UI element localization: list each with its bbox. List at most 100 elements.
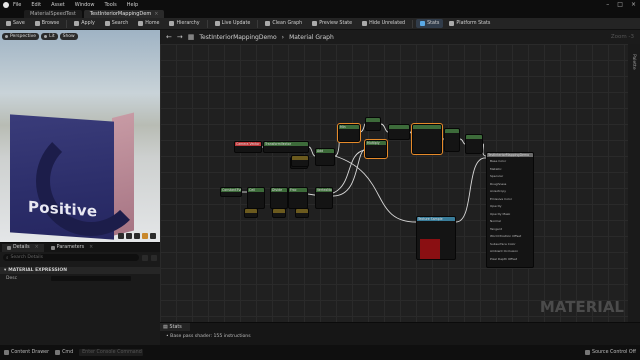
result-pin[interactable]: Normal — [490, 219, 501, 223]
graph-node[interactable] — [272, 208, 286, 218]
toolbar-hide-unrelated-button[interactable]: Hide Unrelated — [358, 19, 409, 28]
console-input[interactable]: Enter Console Command — [79, 349, 144, 356]
node-title: Ceil — [249, 188, 255, 192]
graph-node-min[interactable]: Min — [337, 123, 361, 143]
menu-item-edit[interactable]: Edit — [31, 2, 41, 8]
menu-item-help[interactable]: Help — [127, 2, 138, 8]
forward-arrow-icon[interactable]: → — [177, 33, 183, 41]
result-pin[interactable]: Roughness — [490, 182, 506, 186]
graph-node-divide[interactable]: Divide — [270, 187, 288, 209]
menu-item-tools[interactable]: Tools — [104, 2, 116, 8]
graph-node[interactable] — [444, 128, 460, 152]
toolbar-save-button[interactable]: Save — [2, 19, 29, 28]
back-arrow-icon[interactable]: ← — [166, 33, 172, 41]
result-pin[interactable]: World Position Offset — [490, 234, 521, 238]
close-icon[interactable]: × — [631, 1, 636, 8]
result-pin[interactable]: Emissive Color — [490, 197, 512, 201]
teapot-icon[interactable] — [150, 233, 156, 239]
toolbar-apply-button[interactable]: Apply — [70, 19, 99, 28]
graph-node-ceil[interactable]: Ceil — [247, 187, 265, 209]
result-pin[interactable]: Metallic — [490, 167, 502, 171]
content-drawer-button[interactable]: Content Drawer — [4, 350, 49, 355]
toolbar-stats-button[interactable]: Stats — [416, 19, 444, 28]
result-pin[interactable]: Specular — [490, 174, 503, 178]
breadcrumb-leaf[interactable]: Material Graph — [289, 34, 334, 41]
toolbar-live-update-button[interactable]: Live Update — [211, 19, 255, 28]
editor-toolbar: Save Browse Apply Search Home Hierarchy Live U… — [0, 18, 640, 30]
hide-unrelated-icon — [362, 21, 368, 26]
result-pin[interactable]: Base Color — [490, 159, 506, 163]
minimize-icon[interactable]: – — [606, 1, 609, 8]
cube-icon[interactable] — [142, 233, 148, 239]
graph-node-constant3vector[interactable]: Constant3Vector — [220, 187, 242, 197]
toolbar-preview-state-button[interactable]: Preview State — [308, 19, 356, 28]
tab-parameters[interactable]: Parameters × — [46, 244, 99, 252]
menu-item-file[interactable]: File — [13, 2, 21, 8]
menu-item-asset[interactable]: Asset — [51, 2, 65, 8]
result-pin[interactable]: Subsurface Color — [490, 242, 516, 246]
menu-item-window[interactable]: Window — [75, 2, 95, 8]
sphere-icon[interactable] — [126, 233, 132, 239]
material-graph-canvas[interactable]: Camera Vector TransformVector Multiply Add C… — [160, 44, 628, 322]
toolbar-separator — [206, 19, 208, 28]
toolbar-clean-graph-button[interactable]: Clean Graph — [261, 19, 306, 28]
graph-node[interactable] — [411, 123, 443, 155]
document-tabs: MaterialSpeedTest TestInteriorMappingDem… — [0, 9, 640, 18]
graph-node-camera-vector[interactable]: Camera Vector — [234, 141, 262, 153]
palette-strip[interactable]: Palette — [628, 44, 640, 322]
lit-button[interactable]: Lit — [41, 33, 58, 40]
toolbar-search-button[interactable]: Search — [101, 19, 132, 28]
toolbar-home-button[interactable]: Home — [134, 19, 163, 28]
result-pin[interactable]: Opacity Mask — [490, 212, 510, 216]
settings-gear-icon[interactable] — [151, 254, 157, 261]
source-control-button[interactable]: Source Control Off — [585, 350, 636, 355]
graph-header: ← → ▦ TestInteriorMappingDemo › Material… — [160, 30, 640, 44]
graph-node-transformvector[interactable]: TransformVector — [263, 141, 309, 153]
maximize-icon[interactable]: □ — [617, 1, 623, 8]
cylinder-icon[interactable] — [118, 233, 124, 239]
material-preview-viewport[interactable]: Perspective Lit Show Positive — [0, 30, 160, 242]
result-pin[interactable]: Opacity — [490, 204, 502, 208]
graph-node-testinteriormappingdemo[interactable]: TestInteriorMappingDemo Base Color Metalli… — [486, 152, 534, 268]
result-pin[interactable]: Anisotropy — [490, 189, 506, 193]
toolbar-browse-button[interactable]: Browse — [31, 19, 63, 28]
graph-node[interactable] — [295, 208, 309, 218]
tab-test-interior-mapping[interactable]: TestInteriorMappingDem × — [83, 10, 165, 18]
result-pin[interactable]: Ambient Occlusion — [490, 249, 518, 253]
graph-node-vertexnormalws[interactable]: VertexNormalWS — [315, 187, 333, 209]
close-icon[interactable]: × — [89, 245, 93, 250]
tab-stats[interactable]: ▤ Stats — [160, 323, 190, 331]
tab-details[interactable]: Details × — [2, 243, 44, 252]
details-search-input[interactable]: ⌕ Search Details — [3, 254, 139, 261]
stats-icon — [420, 21, 426, 26]
toolbar-platform-stats-button[interactable]: Platform Stats — [445, 19, 494, 28]
breadcrumb-root[interactable]: TestInteriorMappingDemo — [199, 34, 276, 41]
window-controls: – □ × — [606, 1, 636, 8]
graph-node-texture-sample[interactable]: Texture Sample — [416, 216, 456, 260]
node-title: Multiply — [367, 141, 380, 145]
graph-node[interactable] — [291, 155, 309, 167]
graph-node-add[interactable]: Add — [315, 148, 335, 166]
section-material-expression[interactable]: ▾ MATERIAL EXPRESSION — [0, 267, 160, 274]
close-tab-icon[interactable]: × — [154, 11, 158, 17]
grid-icon[interactable]: ▦ — [188, 33, 195, 41]
search-icon — [104, 21, 110, 26]
desc-field[interactable] — [51, 275, 132, 281]
graph-node[interactable] — [388, 124, 410, 140]
view-options-icon[interactable] — [142, 254, 148, 261]
toolbar-hierarchy-button[interactable]: Hierarchy — [165, 19, 203, 28]
graph-node[interactable] — [465, 134, 483, 154]
tab-material-speed-test[interactable]: MaterialSpeedTest — [24, 10, 82, 18]
graph-node-frac[interactable]: Frac — [288, 187, 308, 209]
graph-node-multiply[interactable]: Multiply — [364, 139, 388, 159]
graph-node[interactable] — [244, 208, 258, 218]
graph-node[interactable] — [365, 117, 381, 131]
result-pin[interactable]: Tangent — [490, 227, 502, 231]
close-icon[interactable]: × — [35, 245, 39, 250]
show-button[interactable]: Show — [59, 33, 78, 40]
plane-icon[interactable] — [134, 233, 140, 239]
graph-wire — [334, 155, 417, 223]
cmd-button[interactable]: Cmd — [55, 350, 73, 355]
result-pin[interactable]: Pixel Depth Offset — [490, 257, 517, 261]
perspective-button[interactable]: Perspective — [2, 33, 40, 40]
